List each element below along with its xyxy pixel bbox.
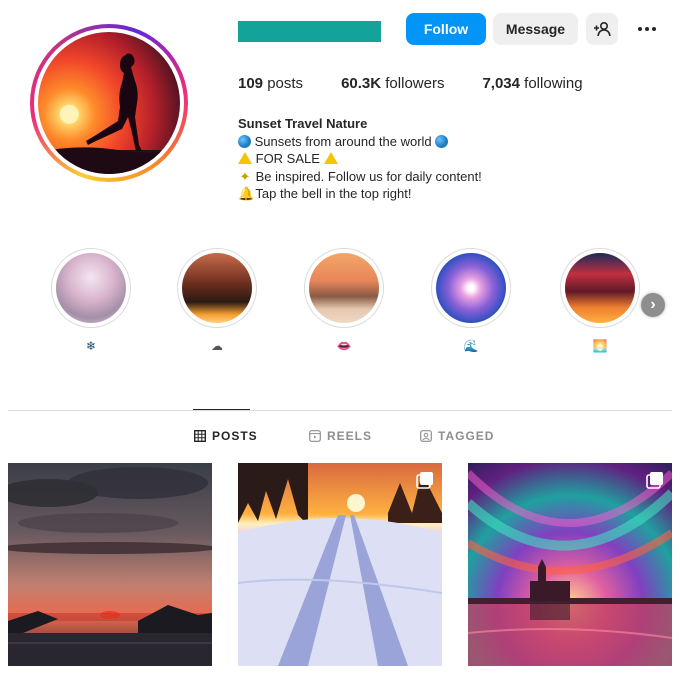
highlight-label-icon: 🌅 [592,339,608,353]
profile-stats: 109 posts 60.3K followers 7,034 followin… [238,75,621,92]
active-tab-indicator [193,409,250,410]
add-user-icon [594,21,611,37]
avatar-silhouette [38,53,180,174]
highlight-5[interactable]: 🌅 [560,248,640,355]
follow-button[interactable]: Follow [406,13,486,45]
tab-tagged[interactable]: TAGGED [420,429,494,443]
post-image-snowy-path [238,463,442,666]
avatar-gap [34,28,184,178]
message-button[interactable]: Message [493,13,578,45]
highlight-2[interactable]: ☁ [177,248,257,355]
bio-line: FOR SALE [238,150,482,168]
more-options-icon[interactable] [634,16,660,42]
highlight-cover [182,253,252,323]
tab-posts[interactable]: POSTS [194,429,258,443]
post-image-aurora-church [468,463,672,666]
highlight-ring [431,248,511,328]
reels-icon [309,430,321,442]
tab-reels[interactable]: REELS [309,429,372,443]
highlight-cover [56,253,126,323]
followers-stat[interactable]: 60.3K followers [341,75,444,92]
highlight-label-icon: ☁ [211,339,223,353]
post-thumbnail[interactable] [238,463,442,666]
add-user-button[interactable] [586,13,618,45]
sparkle-icon: ✦ [239,168,251,184]
grid-icon [194,430,206,442]
bio-line: Sunsets from around the world [238,133,482,151]
highlight-cover [436,253,506,323]
bio-line: ✦ Be inspired. Follow us for daily conte… [239,168,482,184]
posts-stat[interactable]: 109 posts [238,75,303,92]
display-name: Sunset Travel Nature [238,116,368,131]
bell-icon: 🔔 [238,186,255,201]
profile-bio: Sunset Travel Nature Sunsets from around… [238,115,482,203]
highlight-label-icon: ❄ [85,339,97,353]
highlight-1[interactable]: ❄ [51,248,131,355]
chevron-right-icon: › [650,296,656,313]
highlight-ring [51,248,131,328]
bio-line: 🔔 Tap the bell in the top right! [238,186,412,201]
multiple-photos-icon [416,472,433,489]
highlight-ring [560,248,640,328]
tagged-icon [420,430,432,442]
globe-icon [435,134,449,148]
profile-avatar[interactable] [30,24,188,182]
highlight-ring [304,248,384,328]
warning-icon [238,152,252,164]
avatar-image [38,32,180,174]
highlight-ring [177,248,257,328]
post-image-cloudy-sunset [8,463,212,666]
post-thumbnail[interactable] [8,463,212,666]
post-thumbnail[interactable] [468,463,672,666]
highlight-label-icon: 🌊 [463,339,479,353]
highlight-cover [309,253,379,323]
following-stat[interactable]: 7,034 following [482,75,582,92]
highlight-cover [565,253,635,323]
multiple-photos-icon [646,472,663,489]
globe-icon [238,134,251,148]
highlight-3[interactable]: 👄 [304,248,384,355]
username-redacted [238,21,381,42]
warning-icon [323,152,338,164]
highlights-next-button[interactable]: › [641,293,665,317]
highlight-label-icon: 👄 [336,339,352,353]
highlight-4[interactable]: 🌊 [431,248,511,355]
tabs-divider [8,410,672,411]
